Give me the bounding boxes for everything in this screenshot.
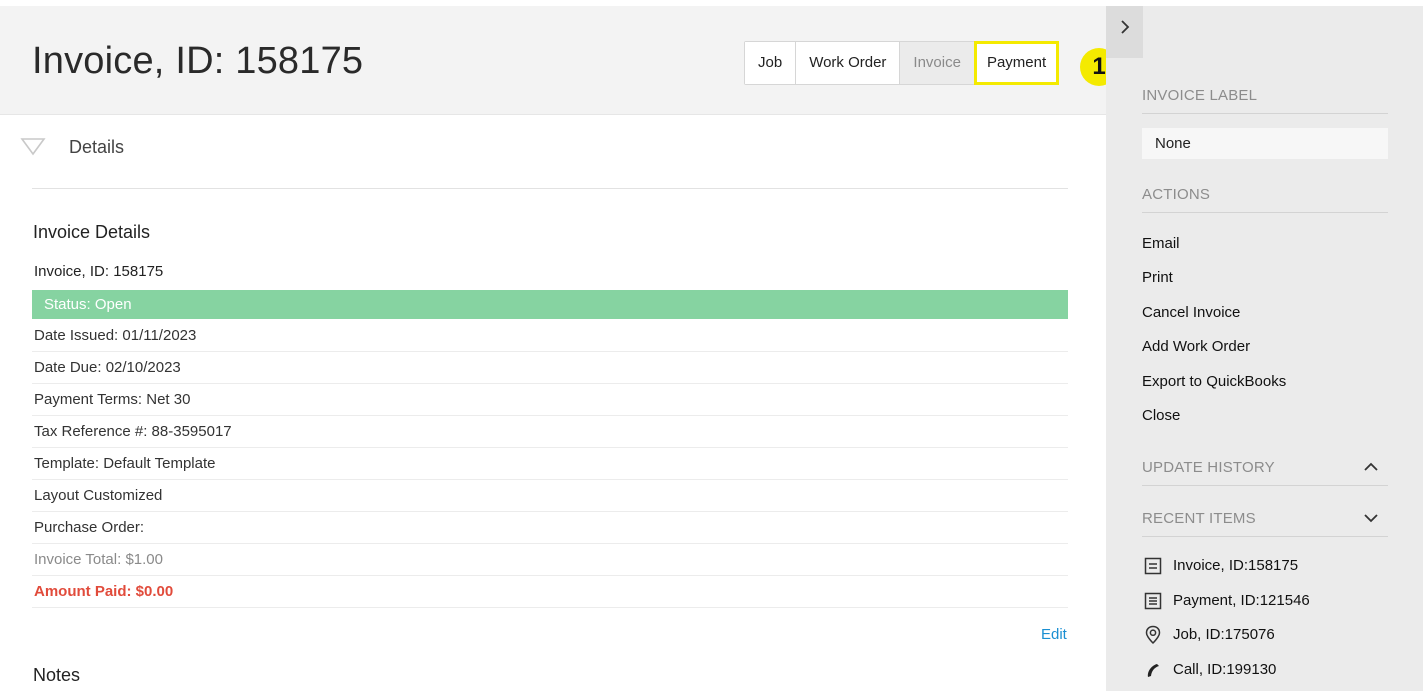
recent-item-job[interactable]: Job, ID:175076 [1142, 624, 1310, 659]
triangle-down-icon [20, 138, 46, 156]
payment-terms-row: Payment Terms: Net 30 [32, 384, 1068, 416]
recent-item-label: Call, ID:199130 [1173, 660, 1277, 678]
payment-doc-icon [1142, 590, 1164, 612]
right-sidebar: INVOICE LABEL None ACTIONS Email Print C… [1106, 6, 1423, 691]
notes-heading: Notes [33, 665, 81, 685]
purchase-order-row: Purchase Order: [32, 512, 1068, 544]
action-close[interactable]: Close [1142, 405, 1286, 439]
invoice-doc-icon [1142, 555, 1164, 577]
tab-payment[interactable]: Payment [973, 41, 1060, 85]
recent-item-call[interactable]: Call, ID:199130 [1142, 659, 1310, 691]
invoice-id-row: Invoice, ID: 158175 [34, 263, 164, 280]
layout-customized-row: Layout Customized [32, 480, 1068, 512]
tax-reference-row: Tax Reference #: 88-3595017 [32, 416, 1068, 448]
invoice-label-select[interactable]: None [1142, 128, 1388, 159]
recent-item-payment[interactable]: Payment, ID:121546 [1142, 590, 1310, 625]
main-content: Details Invoice Details Invoice, ID: 158… [0, 116, 1106, 691]
tab-work-order[interactable]: Work Order [796, 42, 901, 84]
details-toggle[interactable]: Details [20, 136, 124, 157]
date-issued-row: Date Issued: 01/11/2023 [32, 320, 1068, 352]
update-history-label: UPDATE HISTORY [1142, 459, 1275, 476]
action-export-quickbooks[interactable]: Export to QuickBooks [1142, 371, 1286, 405]
action-cancel-invoice[interactable]: Cancel Invoice [1142, 302, 1286, 336]
recent-item-label: Job, ID:175076 [1173, 626, 1275, 643]
location-pin-icon [1142, 624, 1164, 646]
action-print[interactable]: Print [1142, 267, 1286, 301]
update-history-toggle[interactable]: UPDATE HISTORY [1142, 459, 1388, 486]
date-due-row: Date Due: 02/10/2023 [32, 352, 1068, 384]
invoice-label-heading: INVOICE LABEL [1142, 87, 1388, 114]
template-row: Template: Default Template [32, 448, 1068, 480]
tab-job[interactable]: Job [745, 42, 797, 84]
action-email[interactable]: Email [1142, 233, 1286, 267]
recent-item-invoice[interactable]: Invoice, ID:158175 [1142, 555, 1310, 590]
actions-heading: ACTIONS [1142, 186, 1388, 213]
recent-items-toggle[interactable]: RECENT ITEMS [1142, 510, 1388, 537]
actions-list: Email Print Cancel Invoice Add Work Orde… [1142, 233, 1286, 439]
phone-icon [1142, 659, 1164, 681]
details-label: Details [69, 137, 125, 157]
amount-paid-row: Amount Paid: $0.00 [32, 576, 1068, 608]
record-tabs: Job Work Order Invoice Payment [744, 41, 1060, 85]
status-badge: Status: Open [32, 290, 1068, 320]
tab-invoice[interactable]: Invoice [900, 42, 975, 84]
action-add-work-order[interactable]: Add Work Order [1142, 336, 1286, 370]
invoice-details-list: Invoice, ID: 158175 Status: Open Date Is… [32, 256, 1068, 608]
chevron-up-icon [1364, 462, 1378, 471]
recent-item-label: Payment, ID:121546 [1173, 591, 1310, 609]
invoice-details-heading: Invoice Details [33, 222, 151, 242]
recent-item-label: Invoice, ID:158175 [1173, 557, 1299, 574]
divider [32, 188, 1068, 189]
chevron-down-icon [1364, 514, 1378, 523]
recent-items-list: Invoice, ID:158175 Payment, ID:121546 Jo… [1142, 555, 1310, 691]
page-title: Invoice, ID: 158175 [32, 40, 364, 82]
recent-items-label: RECENT ITEMS [1142, 510, 1256, 527]
page-header: Invoice, ID: 158175 Job Work Order Invoi… [0, 6, 1118, 115]
chevron-right-icon [1120, 20, 1129, 34]
edit-link[interactable]: Edit [1041, 626, 1067, 643]
invoice-total-row: Invoice Total: $1.00 [32, 544, 1068, 576]
collapse-sidebar-button[interactable] [1106, 6, 1143, 58]
